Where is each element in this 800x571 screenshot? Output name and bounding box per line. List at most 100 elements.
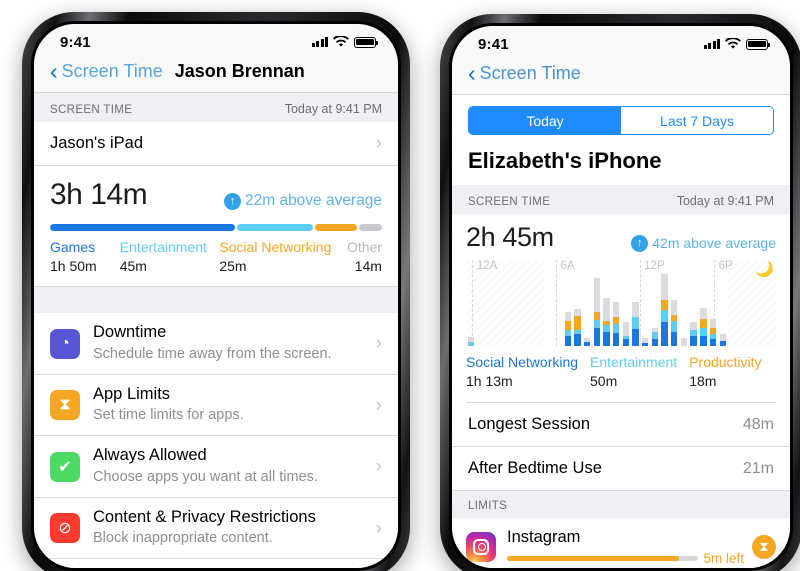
bar-hour-13 <box>592 274 602 346</box>
bar-segment <box>632 317 639 329</box>
segment-social-networking <box>314 224 357 231</box>
legend-label: Other <box>346 239 382 255</box>
settings-row-text: Downtime Schedule time away from the scre… <box>93 322 376 364</box>
settings-row-subtitle: Block inappropriate content. <box>93 530 273 547</box>
device-title: Elizabeth's iPhone <box>452 144 790 185</box>
legend-item: Entertainment 45m <box>120 238 220 276</box>
bar-hour-11 <box>573 274 583 346</box>
stat-row-after-bedtime-use[interactable]: After Bedtime Use 21m <box>452 447 790 492</box>
app-name: Instagram <box>507 528 581 547</box>
device-cell-jasons-ipad[interactable]: Jason's iPad › <box>34 122 398 166</box>
bar-hour-6 <box>524 274 534 346</box>
nav-bar-left: ‹ Screen Time Jason Brennan <box>34 54 398 93</box>
total-screen-time: 3h 14m <box>50 178 148 211</box>
chevron-left-icon[interactable]: ‹ <box>468 62 476 85</box>
stat-row-longest-session[interactable]: Longest Session 48m <box>452 403 790 448</box>
bar-segment <box>622 322 630 336</box>
page-title: Jason Brennan <box>174 61 305 81</box>
legend-value: 45m <box>119 257 147 274</box>
settings-row-text: Content & Privacy Restrictions Block inap… <box>93 507 376 549</box>
app-limit-row-instagram[interactable]: Instagram 5m left ⧗ <box>452 518 790 568</box>
chevron-right-icon: › <box>375 517 382 539</box>
screen-left: 9:41 ‹ Screen Time Jason Brennan SCREEN … <box>34 24 398 568</box>
legend-label: Entertainment <box>590 354 678 370</box>
average-comparison: ↑ 22m above average <box>223 192 382 210</box>
stat-rows-list: Longest Session 48m After Bedtime Use 21m <box>452 403 790 492</box>
legend-item: Productivity 18m <box>689 353 776 391</box>
settings-row-downtime[interactable]: ◔ Downtime Schedule time away from the scr… <box>34 313 398 375</box>
legend-value: 25m <box>219 257 247 274</box>
average-comparison-label: 42m above average <box>652 235 776 251</box>
bar-segment <box>661 274 668 300</box>
bar-hour-23 <box>689 274 699 346</box>
settings-row-content-privacy-restrictions[interactable]: ⊘ Content & Privacy Restrictions Block ina… <box>34 497 398 560</box>
status-bar-left: 9:41 <box>34 24 398 54</box>
segment-option-last-7-days[interactable]: Last 7 Days <box>621 107 773 134</box>
bar-segment <box>612 332 620 346</box>
bar-segment <box>690 322 697 331</box>
total-hours: 2h <box>466 222 496 252</box>
cellular-bars-icon <box>703 39 720 49</box>
bar-segment <box>574 334 581 346</box>
bar-hour-4 <box>505 274 515 346</box>
settings-row-always-allowed[interactable]: ✔ Always Allowed Choose apps you want at a… <box>34 436 398 498</box>
period-segmented-control[interactable]: Today Last 7 Days <box>468 106 774 135</box>
total-minutes: 45m <box>502 222 554 252</box>
settings-row-app-limits[interactable]: ⧗ App Limits Set time limits for apps. › <box>34 374 398 437</box>
bar-hour-20 <box>660 274 670 346</box>
app-limit-progress: 5m left <box>507 551 744 566</box>
hourglass-icon[interactable]: ⧗ <box>752 534 776 559</box>
chevron-right-icon: › <box>375 333 382 355</box>
settings-row-text: Always Allowed Choose apps you want at al… <box>93 445 376 487</box>
cellular-bars-icon <box>311 37 328 47</box>
legend-item: Games 1h 50m <box>50 238 120 276</box>
wifi-icon <box>725 38 741 49</box>
bar-hour-0 <box>466 274 476 346</box>
bar-segment <box>593 327 600 346</box>
settings-row-subtitle: Choose apps you want at all times. <box>93 468 318 485</box>
stat-value: 21m <box>742 459 774 477</box>
bar-hour-21 <box>669 274 679 346</box>
bar-hour-29 <box>747 274 757 346</box>
bar-segment <box>671 321 678 332</box>
section-header-limits: LIMITS <box>452 491 790 519</box>
legend-value: 50m <box>590 372 618 389</box>
section-header-screen-time: SCREEN TIME Today at 9:41 PM <box>452 185 790 214</box>
progress-track <box>507 556 699 561</box>
summary-top-row: 3h 14m ↑ 22m above average <box>50 178 382 212</box>
bar-segment <box>564 335 571 346</box>
bar-segment <box>700 318 707 328</box>
bar-hour-16 <box>621 274 631 346</box>
legend-item: Other 14m <box>336 238 382 276</box>
legend-item: Entertainment 50m <box>590 353 689 391</box>
chevron-left-icon[interactable]: ‹ <box>50 60 58 83</box>
arrow-up-circle-icon: ↑ <box>223 192 241 210</box>
legend-label: Social Networking <box>219 239 332 255</box>
back-button-label[interactable]: Screen Time <box>62 61 163 82</box>
bar-segment <box>700 335 707 346</box>
phone-bezel-left: 9:41 ‹ Screen Time Jason Brennan SCREEN … <box>31 21 401 571</box>
bar-segment <box>719 340 726 346</box>
bar-segment <box>671 300 678 315</box>
bar-hour-27 <box>728 274 738 346</box>
bar-segment <box>632 301 639 318</box>
bar-segment <box>622 339 630 346</box>
average-comparison-label: 22m above average <box>244 192 382 209</box>
stat-label: Longest Session <box>468 415 591 434</box>
segment-option-today[interactable]: Today <box>469 107 621 134</box>
settings-rows-list: ◔ Downtime Schedule time away from the scr… <box>34 313 398 560</box>
bar-hour-9 <box>553 274 563 346</box>
legend-item: Social Networking 25m <box>219 238 335 276</box>
bar-hour-2 <box>485 274 495 346</box>
bar-segment <box>467 342 475 346</box>
bar-segment <box>564 321 571 331</box>
average-comparison: ↑ 42m above average <box>631 234 776 252</box>
legend-value: 18m <box>689 372 717 389</box>
bar-segment <box>593 277 600 312</box>
section-header-timestamp: Today at 9:41 PM <box>676 194 774 208</box>
bar-segment <box>709 339 717 346</box>
back-button-label[interactable]: Screen Time <box>480 63 581 84</box>
bar-segment <box>661 322 668 346</box>
bar-segment <box>593 319 600 328</box>
screen-time-chart-card: 2h 45m ↑ 42m above average 🌙 12A 6A 12P 6P … <box>452 214 790 404</box>
